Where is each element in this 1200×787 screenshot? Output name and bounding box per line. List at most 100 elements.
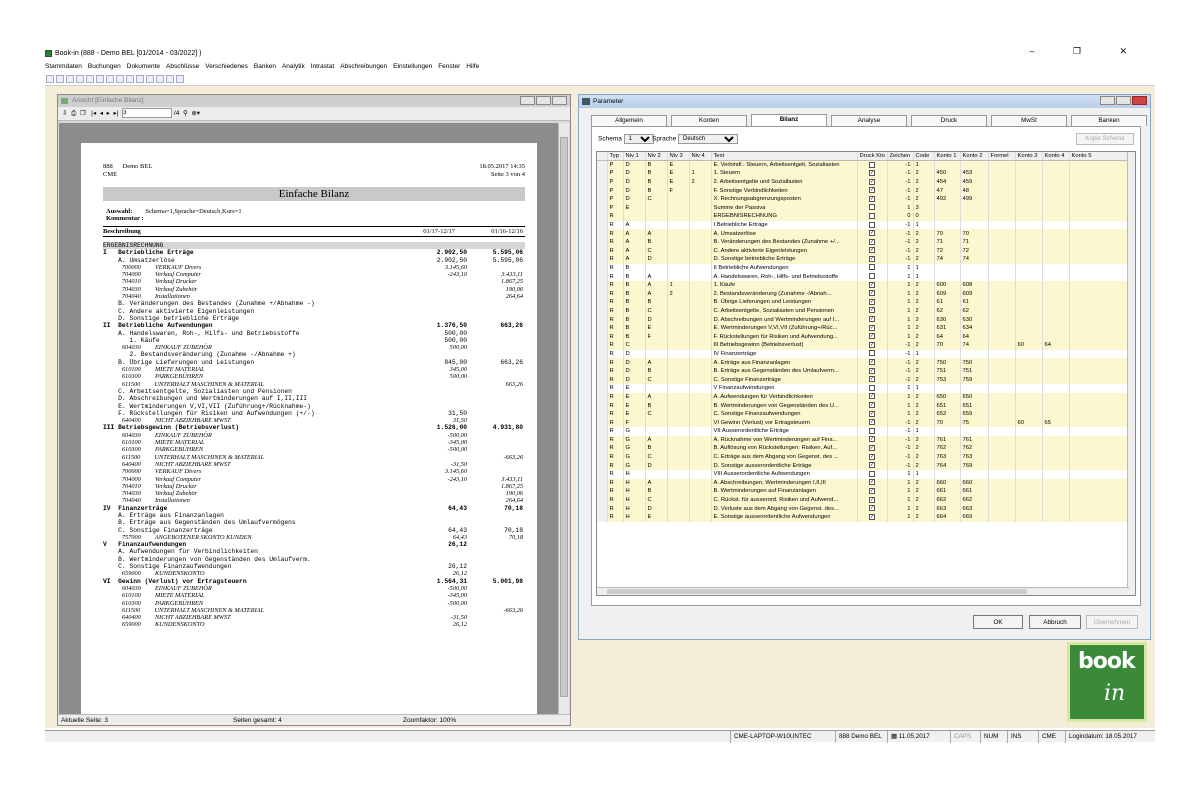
grid-cell[interactable] bbox=[667, 263, 690, 273]
grid-cell[interactable] bbox=[1042, 427, 1070, 436]
grid-cell[interactable]: R bbox=[607, 375, 624, 385]
grid-cell[interactable] bbox=[689, 392, 712, 402]
grid-cell[interactable] bbox=[689, 272, 712, 281]
grid-cell[interactable]: B bbox=[645, 444, 668, 453]
checked-icon[interactable]: ✓ bbox=[869, 178, 875, 185]
grid-cell[interactable] bbox=[960, 160, 989, 170]
grid-cell[interactable] bbox=[1015, 220, 1043, 230]
grid-cell[interactable]: B bbox=[645, 169, 668, 178]
window-controls[interactable]: – ❐ ✕ bbox=[1029, 46, 1145, 57]
druck-kto-checkbox[interactable]: ✓ bbox=[857, 478, 888, 488]
grid-cell[interactable]: 1 bbox=[887, 298, 914, 307]
grid-cell[interactable]: 72 bbox=[960, 246, 989, 256]
grid-cell[interactable]: H bbox=[623, 469, 646, 479]
grid-cell[interactable] bbox=[689, 478, 712, 488]
grid-cell[interactable]: R bbox=[607, 469, 624, 479]
checked-icon[interactable]: ✓ bbox=[869, 462, 875, 469]
grid-row[interactable]: P D B F F. Sonstige Verbindlichkeiten ✓ -1 2 47 4… bbox=[597, 186, 1130, 195]
grid-cell[interactable]: B bbox=[645, 298, 668, 307]
grid-cell[interactable]: 2 bbox=[913, 194, 935, 204]
grid-cell[interactable] bbox=[1042, 289, 1070, 299]
grid-cell[interactable]: C. Sonstige Finanzerträge bbox=[711, 375, 858, 385]
grid-row[interactable]: R G D D. Sonstige ausserordentliche Erträge… bbox=[597, 461, 1130, 470]
grid-cell[interactable] bbox=[689, 332, 712, 342]
grid-cell[interactable]: C bbox=[623, 341, 646, 350]
grid-cell[interactable]: V Finanzaufwendungen bbox=[711, 384, 858, 393]
grid-cell[interactable] bbox=[689, 375, 712, 385]
menu-item[interactable]: Buchungen bbox=[88, 63, 121, 70]
grid-cell[interactable] bbox=[645, 469, 668, 479]
grid-cell[interactable] bbox=[1015, 169, 1043, 178]
grid-row[interactable]: R E A A. Aufwendungen für Verbindlichkeiten… bbox=[597, 392, 1130, 402]
column-header[interactable]: Niv 1 bbox=[623, 152, 646, 162]
grid-cell[interactable] bbox=[1042, 444, 1070, 453]
grid-cell[interactable] bbox=[667, 392, 690, 402]
druck-kto-checkbox[interactable] bbox=[857, 203, 888, 213]
grid-cell[interactable]: B bbox=[645, 160, 668, 170]
grid-cell[interactable]: 1 bbox=[887, 272, 914, 281]
grid-cell[interactable]: -1 bbox=[887, 349, 914, 359]
grid-cell[interactable] bbox=[1042, 177, 1070, 187]
grid-cell[interactable]: R bbox=[607, 384, 624, 393]
checked-icon[interactable]: ✓ bbox=[869, 367, 875, 374]
grid-cell[interactable]: G bbox=[623, 452, 646, 462]
grid-cell[interactable]: R bbox=[607, 392, 624, 402]
grid-cell[interactable] bbox=[988, 444, 1016, 453]
grid-cell[interactable]: G bbox=[623, 461, 646, 470]
grid-cell[interactable]: 1 bbox=[887, 512, 914, 522]
checked-icon[interactable]: ✓ bbox=[869, 410, 875, 417]
grid-cell[interactable] bbox=[988, 392, 1016, 402]
grid-cell[interactable]: F. Rückstellungen für Risiken und Aufwen… bbox=[711, 332, 858, 342]
grid-cell[interactable]: 1 bbox=[887, 289, 914, 299]
grid-cell[interactable] bbox=[1015, 452, 1043, 462]
grid-cell[interactable] bbox=[1069, 512, 1130, 522]
grid-cell[interactable] bbox=[934, 349, 961, 359]
checked-icon[interactable]: ✓ bbox=[869, 401, 875, 408]
grid-cell[interactable] bbox=[689, 409, 712, 419]
grid-cell[interactable]: 1 bbox=[887, 323, 914, 333]
grid-cell[interactable]: 1 bbox=[913, 220, 935, 230]
grid-cell[interactable]: C bbox=[645, 246, 668, 256]
grid-cell[interactable] bbox=[988, 427, 1016, 436]
grid-cell[interactable] bbox=[1015, 495, 1043, 505]
grid-cell[interactable]: 75 bbox=[960, 418, 989, 427]
grid-cell[interactable] bbox=[1042, 237, 1070, 247]
grid-cell[interactable]: R bbox=[607, 280, 624, 290]
grid-cell[interactable]: 662 bbox=[960, 495, 989, 505]
grid-cell[interactable]: 499 bbox=[960, 194, 989, 204]
grid-cell[interactable]: 2 bbox=[667, 289, 690, 299]
grid-cell[interactable]: 1 bbox=[887, 495, 914, 505]
grid-cell[interactable]: 0 bbox=[887, 212, 914, 221]
grid-cell[interactable] bbox=[1015, 229, 1043, 238]
grid-cell[interactable]: 70 bbox=[960, 229, 989, 238]
grid-cell[interactable]: B bbox=[645, 186, 668, 195]
grid-cell[interactable]: R bbox=[607, 306, 624, 316]
column-header[interactable]: Konto 4 bbox=[1042, 152, 1070, 162]
grid-cell[interactable]: -1 bbox=[887, 461, 914, 470]
grid-cell[interactable]: 454 bbox=[934, 177, 961, 187]
grid-cell[interactable] bbox=[960, 220, 989, 230]
grid-cell[interactable] bbox=[1042, 280, 1070, 290]
druck-kto-checkbox[interactable]: ✓ bbox=[857, 512, 888, 522]
tab-konten[interactable]: Konten bbox=[671, 115, 747, 126]
grid-cell[interactable] bbox=[1069, 289, 1130, 299]
grid-cell[interactable] bbox=[667, 203, 690, 213]
grid-cell[interactable] bbox=[1069, 323, 1130, 333]
grid-cell[interactable] bbox=[1069, 315, 1130, 324]
grid-cell[interactable] bbox=[667, 409, 690, 419]
grid-cell[interactable] bbox=[689, 452, 712, 462]
column-header[interactable]: Konto 2 bbox=[960, 152, 989, 162]
grid-cell[interactable]: D bbox=[623, 375, 646, 385]
druck-kto-checkbox[interactable] bbox=[857, 263, 888, 273]
grid-row[interactable]: P D B E E. Verbindl.: Steuern, Arbeitsentgel… bbox=[597, 160, 1130, 170]
grid-cell[interactable]: D bbox=[623, 177, 646, 187]
grid-cell[interactable] bbox=[1015, 203, 1043, 213]
grid-cell[interactable] bbox=[689, 186, 712, 195]
grid-cell[interactable] bbox=[1042, 452, 1070, 462]
druck-kto-checkbox[interactable]: ✓ bbox=[857, 315, 888, 324]
grid-row[interactable]: R D IV Finanzerträge -1 1 bbox=[597, 349, 1130, 359]
grid-cell[interactable]: 1 bbox=[913, 263, 935, 273]
grid-cell[interactable]: 661 bbox=[934, 487, 961, 496]
grid-cell[interactable]: G bbox=[623, 427, 646, 436]
grid-cell[interactable]: C. Rückst. für ausserord. Risiken und Au… bbox=[711, 495, 858, 505]
